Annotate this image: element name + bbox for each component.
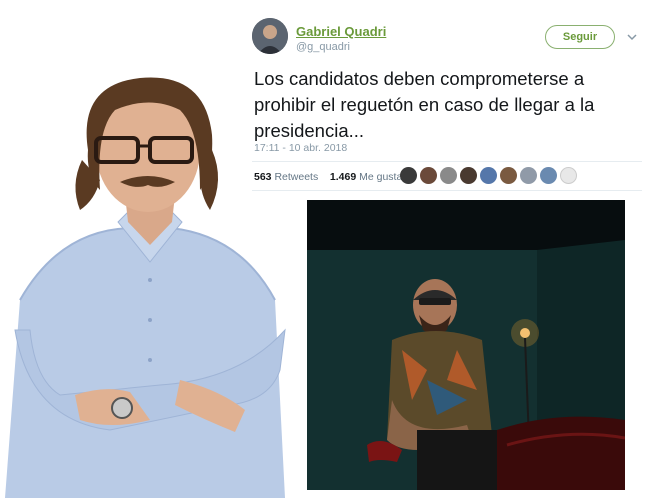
liker-avatar[interactable] bbox=[540, 167, 557, 184]
follow-button[interactable]: Seguir bbox=[545, 25, 615, 49]
liker-avatar[interactable] bbox=[500, 167, 517, 184]
tweet-timestamp[interactable]: 17:11 - 10 abr. 2018 bbox=[254, 142, 347, 154]
liker-avatar[interactable] bbox=[520, 167, 537, 184]
avatar[interactable] bbox=[252, 18, 288, 54]
likes-label[interactable]: Me gusta bbox=[359, 171, 402, 183]
liker-avatar[interactable] bbox=[440, 167, 457, 184]
liker-avatar[interactable] bbox=[560, 167, 577, 184]
chevron-down-icon[interactable] bbox=[627, 32, 637, 42]
likers-avatars bbox=[400, 167, 577, 184]
tweet-text: Los candidatos deben comprometerse a pro… bbox=[254, 68, 595, 141]
retweets-count[interactable]: 563 bbox=[254, 171, 272, 183]
liker-avatar[interactable] bbox=[400, 167, 417, 184]
liker-avatar[interactable] bbox=[420, 167, 437, 184]
user-handle[interactable]: @g_quadri bbox=[296, 41, 350, 53]
retweets-label[interactable]: Retweets bbox=[274, 171, 318, 183]
liker-avatar[interactable] bbox=[480, 167, 497, 184]
display-name[interactable]: Gabriel Quadri bbox=[296, 24, 386, 39]
tweet-stats: 563 Retweets 1.469 Me gusta bbox=[254, 171, 402, 183]
likes-count[interactable]: 1.469 bbox=[330, 171, 356, 183]
divider bbox=[252, 190, 642, 191]
tweet-media-image[interactable] bbox=[307, 200, 625, 490]
liker-avatar[interactable] bbox=[460, 167, 477, 184]
divider bbox=[252, 161, 642, 162]
